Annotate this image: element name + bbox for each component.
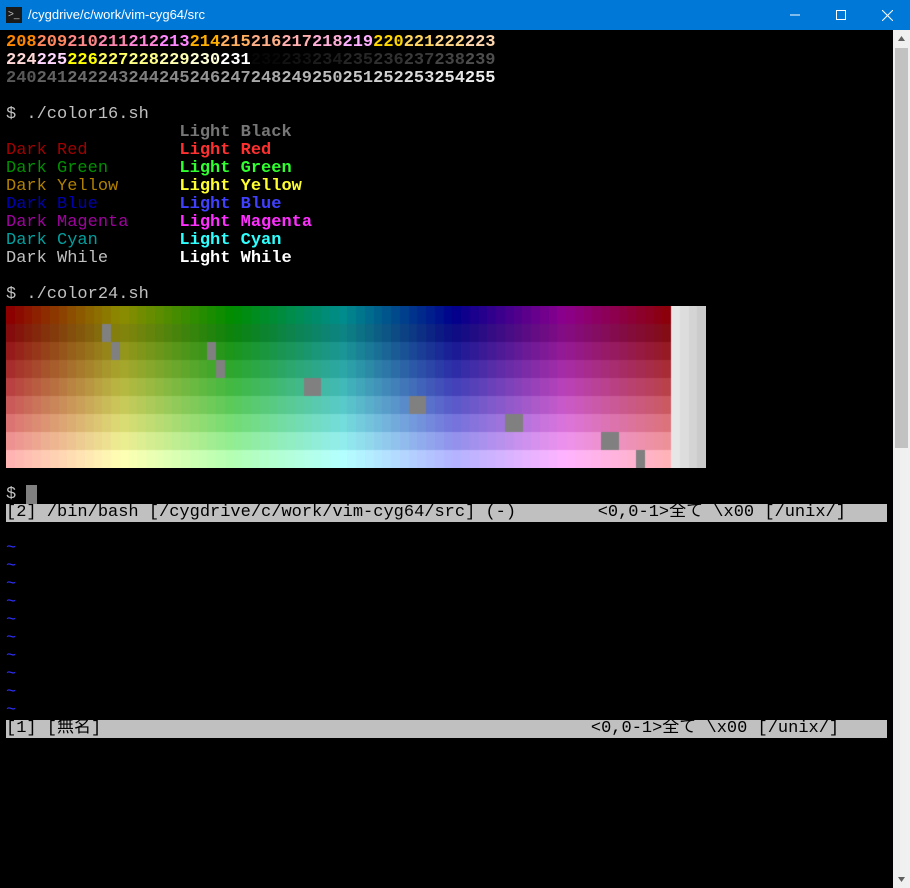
vim-empty-line: ~ [6, 630, 887, 648]
terminal-icon: >_ [6, 7, 22, 23]
palette-row: 2242252262272282292302312322332342352362… [6, 52, 887, 70]
vim-empty-line: ~ [6, 612, 887, 630]
vim-empty-line: ~ [6, 702, 887, 720]
shell-prompt[interactable]: $ [6, 486, 887, 504]
color-sample-row: Dark BlueLight Blue [6, 196, 887, 214]
window-titlebar[interactable]: >_ /cygdrive/c/work/vim-cyg64/src [0, 0, 910, 30]
color-sample-row: Dark CyanLight Cyan [6, 232, 887, 250]
color-sample-row: Light Black [6, 124, 887, 142]
scrollbar[interactable] [893, 30, 910, 888]
palette-row: 2402412422432442452462472482492502512522… [6, 70, 887, 88]
terminal-content[interactable]: 2082092102112122132142152162172182192202… [0, 30, 893, 888]
scroll-up-button[interactable] [893, 30, 910, 47]
window-title: /cygdrive/c/work/vim-cyg64/src [28, 6, 772, 24]
maximize-button[interactable] [818, 0, 864, 30]
vim-empty-line: ~ [6, 666, 887, 684]
scroll-down-button[interactable] [893, 871, 910, 888]
vim-empty-line: ~ [6, 684, 887, 702]
command-line: $ ./color16.sh [6, 106, 887, 124]
close-button[interactable] [864, 0, 910, 30]
vim-statusline-bottom: [1] [無名] <0,0-1>全て \x00 [/unix/] [6, 720, 887, 738]
vim-empty-line: ~ [6, 558, 887, 576]
scrollbar-thumb[interactable] [895, 48, 908, 448]
vim-empty-line: ~ [6, 576, 887, 594]
vim-empty-line: ~ [6, 540, 887, 558]
vim-statusline-top: [2] /bin/bash [/cygdrive/c/work/vim-cyg6… [6, 504, 887, 522]
color-sample-row: Dark GreenLight Green [6, 160, 887, 178]
truecolor-gradient [6, 306, 887, 468]
color-sample-row: Dark MagentaLight Magenta [6, 214, 887, 232]
palette-row: 2082092102112122132142152162172182192202… [6, 34, 887, 52]
color-sample-row: Dark WhileLight While [6, 250, 887, 268]
window-buttons [772, 0, 910, 30]
command-line: $ ./color24.sh [6, 286, 887, 304]
minimize-button[interactable] [772, 0, 818, 30]
color-sample-row: Dark YellowLight Yellow [6, 178, 887, 196]
color-sample-row: Dark RedLight Red [6, 142, 887, 160]
vim-empty-line: ~ [6, 594, 887, 612]
vim-empty-line: ~ [6, 648, 887, 666]
